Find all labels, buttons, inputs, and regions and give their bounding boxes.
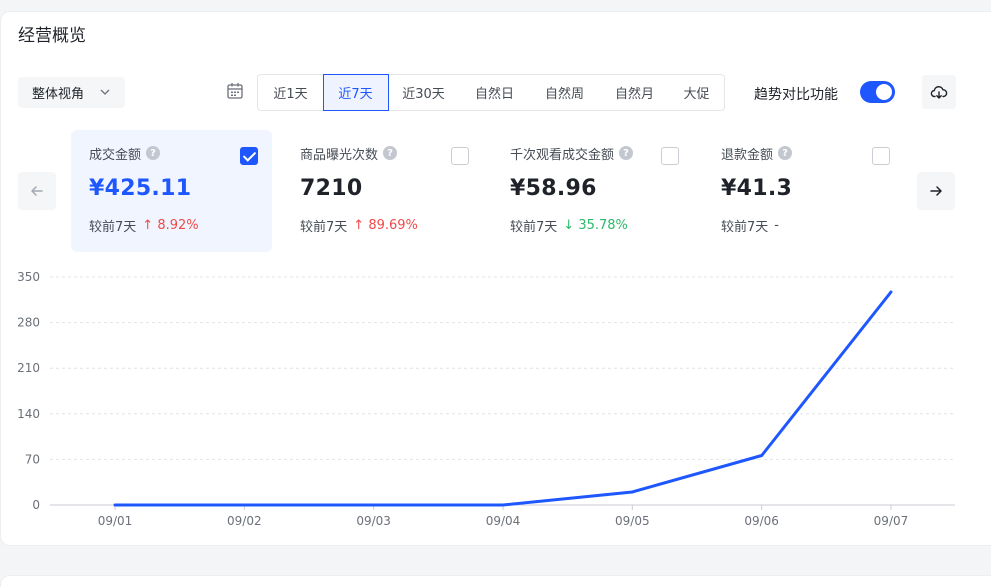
page-title: 经营概览 — [18, 26, 86, 46]
x-tick-label: 09/05 — [615, 514, 650, 528]
metric-checkbox[interactable] — [872, 147, 890, 165]
toggle-knob — [876, 84, 892, 100]
x-tick-label: 09/01 — [98, 514, 133, 528]
date-range-tabs: 近1天 近7天 近30天 自然日 自然周 自然月 大促 — [257, 74, 725, 111]
tab-1d[interactable]: 近1天 — [258, 75, 324, 110]
metric-card-gmv[interactable]: 成交金额? ¥425.11 较前7天 ↑ 8.92% — [71, 130, 272, 252]
help-icon[interactable]: ? — [778, 146, 793, 160]
change-value: 8.92% — [157, 218, 199, 233]
arrow-up-icon: ↑ — [142, 218, 158, 233]
change-value: 89.69% — [368, 218, 418, 233]
cloud-download-icon — [930, 86, 948, 99]
metric-label: 成交金额 — [89, 147, 142, 163]
download-button[interactable] — [922, 75, 956, 109]
tab-natural-month[interactable]: 自然月 — [600, 75, 670, 110]
next-card — [0, 575, 991, 587]
calendar-icon[interactable] — [226, 82, 244, 100]
metric-label: 商品曝光次数 — [300, 147, 379, 163]
y-tick-label: 210 — [17, 361, 40, 375]
tab-7d[interactable]: 近7天 — [323, 74, 389, 111]
y-tick-label: 140 — [17, 407, 40, 421]
metric-value: ¥425.11 — [89, 176, 192, 201]
x-tick-label: 09/07 — [874, 514, 909, 528]
view-select-value: 整体视角 — [32, 87, 85, 102]
help-icon[interactable]: ? — [619, 146, 634, 160]
prev-metrics-button[interactable] — [18, 172, 56, 210]
x-tick-label: 09/04 — [486, 514, 521, 528]
arrow-right-icon — [930, 186, 942, 196]
x-tick-label: 09/02 — [227, 514, 262, 528]
metric-value: ¥58.96 — [510, 176, 597, 201]
metric-card-refund[interactable]: 退款金额? ¥41.3 较前7天 - — [703, 130, 904, 252]
trend-compare-label: 趋势对比功能 — [754, 87, 838, 103]
series-line — [113, 290, 893, 507]
help-icon[interactable]: ? — [146, 146, 161, 160]
compare-label: 较前7天 — [510, 220, 558, 235]
change-value: - — [774, 218, 779, 233]
trend-line-chart: 0 70 140 210 280 350 09/01 09/02 09/03 09/04 09/05… — [17, 270, 955, 528]
compare-label: 较前7天 — [89, 220, 137, 235]
metric-card-impressions[interactable]: 商品曝光次数? 7210 较前7天 ↑ 89.69% — [282, 130, 483, 252]
compare-label: 较前7天 — [721, 220, 769, 235]
metric-value: ¥41.3 — [721, 176, 793, 201]
metric-checkbox[interactable] — [661, 147, 679, 165]
y-tick-label: 280 — [17, 316, 40, 330]
tab-natural-day[interactable]: 自然日 — [460, 75, 530, 110]
metric-checkbox[interactable] — [240, 147, 258, 165]
y-tick-label: 0 — [32, 498, 40, 512]
compare-label: 较前7天 — [300, 220, 348, 235]
tab-promotion[interactable]: 大促 — [670, 75, 724, 110]
change-value: 35.78% — [578, 218, 628, 233]
arrow-down-icon: ↓ — [563, 218, 579, 233]
metric-value: 7210 — [300, 176, 363, 201]
arrow-left-icon — [31, 186, 43, 196]
metric-card-gpm[interactable]: 千次观看成交金额? ¥58.96 较前7天 ↓ 35.78% — [492, 130, 693, 252]
next-metrics-button[interactable] — [917, 172, 955, 210]
tab-30d[interactable]: 近30天 — [388, 75, 460, 110]
x-tick-label: 09/06 — [744, 514, 779, 528]
metric-label: 退款金额 — [721, 147, 774, 163]
y-tick-label: 70 — [25, 452, 40, 466]
trend-compare-toggle[interactable] — [860, 81, 895, 103]
y-tick-label: 350 — [17, 270, 40, 284]
view-select[interactable]: 整体视角 — [18, 77, 125, 108]
metric-label: 千次观看成交金额 — [510, 147, 615, 163]
help-icon[interactable]: ? — [383, 146, 398, 160]
x-tick-label: 09/03 — [356, 514, 391, 528]
tab-natural-week[interactable]: 自然周 — [530, 75, 600, 110]
arrow-up-icon: ↑ — [353, 218, 369, 233]
chevron-down-icon — [100, 89, 110, 95]
metric-checkbox[interactable] — [451, 147, 469, 165]
